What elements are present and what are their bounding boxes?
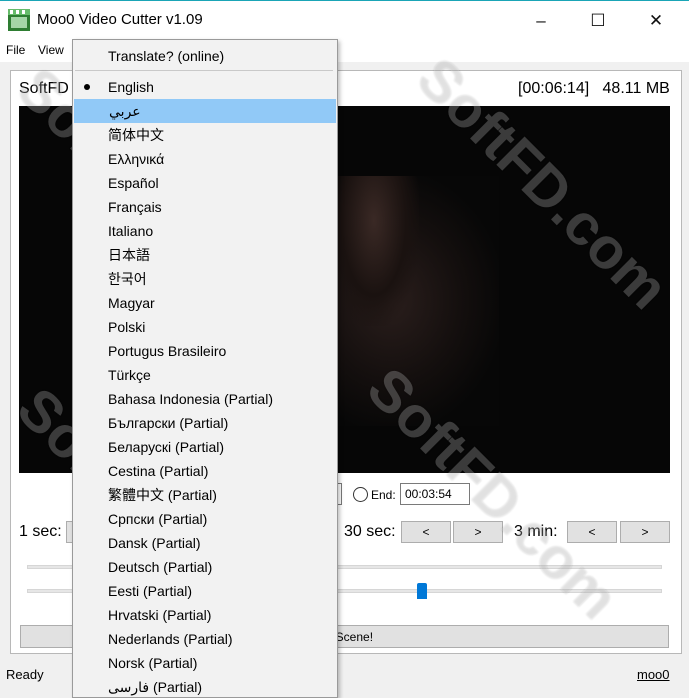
language-menu-item[interactable]: Deutsch (Partial) [73,555,337,579]
title-bar: Moo0 Video Cutter v1.09 – ☐ ✕ [0,0,689,39]
language-menu-item[interactable]: Беларускі (Partial) [73,435,337,459]
language-menu-item[interactable]: عربي [74,99,336,123]
translate-menu-item[interactable]: Translate? (online) [73,44,337,68]
language-menu-item[interactable]: Norsk (Partial) [73,651,337,675]
header-label: SoftFD [19,80,69,97]
language-menu-item[interactable]: Български (Partial) [73,411,337,435]
video-subject [329,176,419,326]
app-icon [8,9,30,31]
menu-view[interactable]: View [38,43,64,57]
language-menu-item[interactable]: Español [73,171,337,195]
size-text: 48.11 MB [602,80,670,97]
three-min-forward-button[interactable]: > [620,521,670,543]
language-menu-item[interactable]: Hrvatski (Partial) [73,603,337,627]
three-min-back-button[interactable]: < [567,521,617,543]
thirty-sec-forward-button[interactable]: > [453,521,503,543]
language-menu-item[interactable]: Bahasa Indonesia (Partial) [73,387,337,411]
menu-separator [75,70,333,71]
selected-bullet-icon [84,84,90,90]
language-menu-item[interactable]: 日本語 [73,243,337,267]
three-min-label: 3 min: [514,523,558,540]
close-button[interactable]: ✕ [633,1,679,40]
language-menu-item[interactable]: Türkçe [73,363,337,387]
thirty-sec-label: 30 sec: [344,523,396,540]
language-menu-item[interactable]: 한국어 [73,267,337,291]
moo0-link[interactable]: moo0 [637,667,670,682]
language-menu-item[interactable]: 繁體中文 (Partial) [73,483,337,507]
menu-file[interactable]: File [6,43,25,57]
language-menu-item[interactable]: Cestina (Partial) [73,459,337,483]
range-slider-thumb[interactable] [417,583,427,599]
minimize-button[interactable]: – [518,1,564,40]
language-menu-item[interactable]: Portugus Brasileiro [73,339,337,363]
language-menu-item[interactable]: Nederlands (Partial) [73,627,337,651]
maximize-button[interactable]: ☐ [575,1,621,40]
file-info: [00:06:14] 48.11 MB [518,80,670,98]
language-menu-item[interactable]: 简体中文 [73,123,337,147]
language-menu-item[interactable]: Ελληνικά [73,147,337,171]
end-time-field[interactable]: 00:03:54 [400,483,470,505]
language-menu-item[interactable]: Français [73,195,337,219]
language-menu-item[interactable]: فارسی (Partial) [73,675,337,697]
language-menu-item[interactable]: Polski [73,315,337,339]
end-radio[interactable] [353,487,368,502]
window-title: Moo0 Video Cutter v1.09 [37,11,203,28]
language-menu-item[interactable]: Magyar [73,291,337,315]
language-menu-item[interactable]: Српски (Partial) [73,507,337,531]
one-sec-label: 1 sec: [19,523,62,540]
language-menu-item[interactable]: Eesti (Partial) [73,579,337,603]
duration-text: [00:06:14] [518,80,590,97]
language-menu-item[interactable]: Dansk (Partial) [73,531,337,555]
language-menu-item[interactable]: Italiano [73,219,337,243]
language-menu: Translate? (online) English عربي 简体中文 Ελλην… [72,39,338,698]
end-label: End: [371,488,396,502]
thirty-sec-back-button[interactable]: < [401,521,451,543]
language-menu-item[interactable]: English [73,75,337,99]
status-text: Ready [6,667,44,682]
